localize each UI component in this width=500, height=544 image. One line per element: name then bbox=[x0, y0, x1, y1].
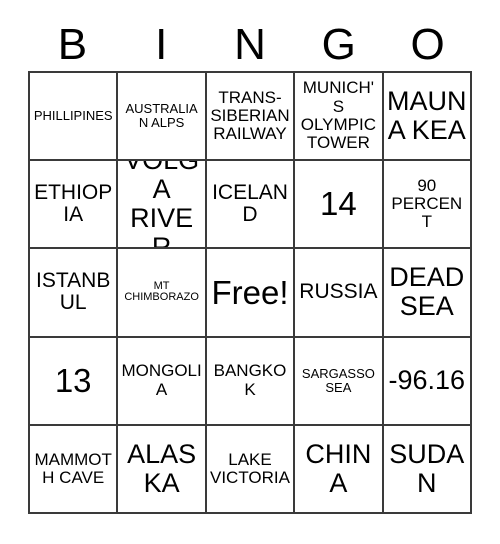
bingo-card: B I N G O PHILLIPINES AUSTRALIAN ALPS TRANS-SI… bbox=[0, 0, 500, 544]
bingo-cell-label: ICELAND bbox=[212, 180, 288, 227]
bingo-cell[interactable]: MUNICH'S OLYMPIC TOWER bbox=[295, 73, 384, 162]
bingo-cell[interactable]: MT CHIMBORAZO bbox=[118, 249, 207, 338]
bingo-cell[interactable]: ETHIOPIA bbox=[30, 161, 119, 250]
bingo-header-letter-b: B bbox=[57, 19, 88, 69]
bingo-cell-label: 90 PERCENT bbox=[391, 175, 463, 232]
bingo-cell[interactable]: LAKE VICTORIA bbox=[206, 425, 296, 514]
bingo-cell[interactable]: DEAD SEA bbox=[383, 249, 472, 338]
bingo-cell[interactable]: 13 bbox=[30, 337, 119, 426]
bingo-cell-label: MT CHIMBORAZO bbox=[124, 279, 199, 304]
bingo-cell-label: CHINA bbox=[305, 438, 372, 498]
bingo-header-letter-i: I bbox=[155, 19, 168, 69]
bingo-cell[interactable]: 90 PERCENT bbox=[383, 161, 472, 250]
bingo-cell[interactable]: BANGKOK bbox=[206, 337, 296, 426]
bingo-header: BINGO bbox=[28, 18, 472, 71]
bingo-cell[interactable]: TRANS-SIBERIAN RAILWAY bbox=[206, 73, 296, 162]
bingo-cell-label: -96.16 bbox=[388, 365, 466, 396]
bingo-cell[interactable]: SARGASSO SEA bbox=[295, 337, 384, 426]
bingo-cell-label: TRANS-SIBERIAN RAILWAY bbox=[210, 87, 290, 144]
bingo-cell-label: 14 bbox=[320, 185, 357, 223]
bingo-cell[interactable]: CHINA bbox=[295, 425, 384, 514]
bingo-cell-label: SUDAN bbox=[389, 438, 465, 498]
bingo-cell-label: LAKE VICTORIA bbox=[210, 449, 290, 487]
bingo-header-letter-g: G bbox=[321, 19, 356, 69]
bingo-cell[interactable]: SUDAN bbox=[383, 425, 472, 514]
bingo-cell[interactable]: MAMMOTH CAVE bbox=[30, 425, 119, 514]
bingo-cell-label: AUSTRALIAN ALPS bbox=[125, 101, 198, 131]
bingo-cell[interactable]: ALASKA bbox=[118, 425, 207, 514]
bingo-cell-label: MAMMOTH CAVE bbox=[34, 449, 112, 487]
bingo-cell-label: PHILLIPINES bbox=[33, 108, 113, 124]
bingo-cell[interactable]: PHILLIPINES bbox=[30, 73, 119, 162]
bingo-cell[interactable]: VOLGA RIVER bbox=[118, 161, 207, 250]
bingo-cell-label: VOLGA RIVER bbox=[124, 161, 199, 250]
bingo-cell-label: ISTANBUL bbox=[36, 268, 111, 315]
bingo-cell-label: MAUNA KEA bbox=[387, 85, 467, 146]
bingo-cell-label: BANGKOK bbox=[213, 361, 287, 399]
bingo-cell-label: Free! bbox=[211, 273, 289, 311]
bingo-cell[interactable]: ICELAND bbox=[206, 161, 296, 250]
bingo-cell-label: RUSSIA bbox=[299, 280, 378, 304]
bingo-cell-label: ALASKA bbox=[127, 438, 197, 498]
bingo-cell-label: DEAD SEA bbox=[389, 262, 465, 322]
bingo-cell-label: SARGASSO SEA bbox=[301, 365, 375, 395]
bingo-cell[interactable]: -96.16 bbox=[383, 337, 472, 426]
bingo-cell[interactable]: MAUNA KEA bbox=[383, 73, 472, 162]
bingo-free-space[interactable]: Free! bbox=[206, 249, 296, 338]
bingo-cell-label: MONGOLIA bbox=[121, 361, 202, 399]
bingo-cell-label: 13 bbox=[54, 361, 92, 399]
bingo-cell[interactable]: MONGOLIA bbox=[118, 337, 207, 426]
bingo-cell[interactable]: 14 bbox=[295, 161, 384, 250]
bingo-header-letter-o: O bbox=[410, 19, 445, 69]
bingo-cell-label: MUNICH'S OLYMPIC TOWER bbox=[300, 78, 377, 153]
bingo-cell[interactable]: AUSTRALIAN ALPS bbox=[118, 73, 207, 162]
bingo-header-letter-n: N bbox=[234, 19, 266, 69]
bingo-cell[interactable]: ISTANBUL bbox=[30, 249, 119, 338]
bingo-grid: PHILLIPINES AUSTRALIAN ALPS TRANS-SIBERIAN… bbox=[28, 71, 472, 514]
bingo-cell[interactable]: RUSSIA bbox=[295, 249, 384, 338]
bingo-cell-label: ETHIOPIA bbox=[34, 180, 113, 227]
